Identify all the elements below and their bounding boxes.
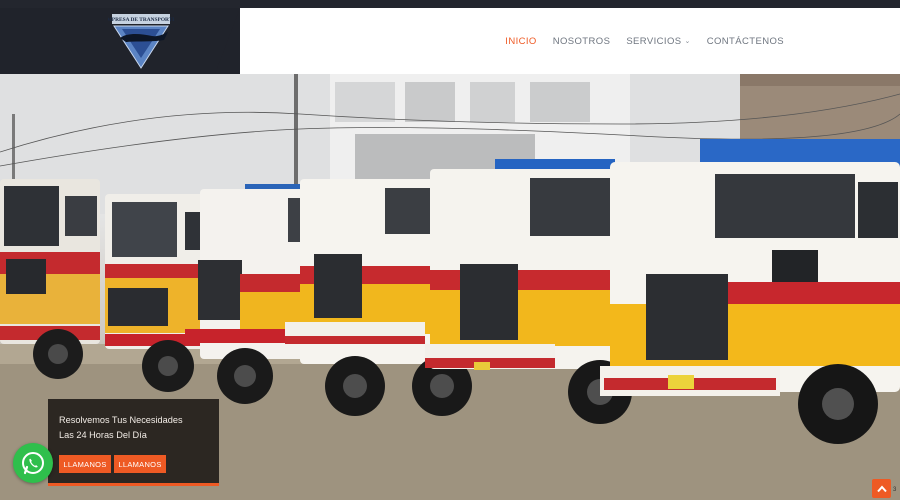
- chevron-down-icon: ⌄: [684, 38, 691, 45]
- nav-nosotros[interactable]: NOSOTROS: [553, 36, 611, 47]
- nav-servicios[interactable]: SERVICIOS ⌄: [626, 36, 690, 47]
- whatsapp-button[interactable]: [13, 443, 53, 483]
- chevron-up-icon: [876, 484, 887, 492]
- scroll-top-button[interactable]: [872, 479, 891, 498]
- hero-banner: Resolvemos Tus Necesidades Las 24 Horas …: [0, 74, 900, 500]
- nav-inicio[interactable]: INICIO: [505, 36, 536, 47]
- page: EMPRESA DE TRANSPORTES INICIO NOSOTROS S…: [0, 0, 900, 500]
- nav-servicios-label: SERVICIOS: [626, 35, 682, 47]
- top-strip: [0, 0, 900, 8]
- nav-inicio-label: INICIO: [505, 35, 537, 47]
- logo-panel: EMPRESA DE TRANSPORTES: [0, 8, 240, 74]
- main-nav: INICIO NOSOTROS SERVICIOS ⌄ CONTÁCTENOS: [505, 8, 784, 74]
- cta-accent-bar: [48, 483, 219, 486]
- page-indicator: 3: [893, 487, 897, 493]
- site-header: EMPRESA DE TRANSPORTES INICIO NOSOTROS S…: [0, 8, 900, 74]
- logo-shield-icon: EMPRESA DE TRANSPORTES: [103, 14, 179, 69]
- cta-line-2: Las 24 Horas Del Día: [59, 430, 147, 440]
- nav-contactenos[interactable]: CONTÁCTENOS: [707, 36, 784, 47]
- nav-nosotros-label: NOSOTROS: [552, 35, 611, 47]
- nav-contactenos-label: CONTÁCTENOS: [706, 35, 784, 47]
- cta-box: Resolvemos Tus Necesidades Las 24 Horas …: [48, 399, 219, 486]
- call-button-1[interactable]: LLAMANOS: [59, 455, 111, 473]
- cta-line-1: Resolvemos Tus Necesidades: [59, 415, 183, 425]
- company-logo[interactable]: EMPRESA DE TRANSPORTES: [103, 12, 179, 70]
- whatsapp-icon: [22, 452, 44, 475]
- call-button-2[interactable]: LLAMANOS: [114, 455, 166, 473]
- svg-text:EMPRESA DE TRANSPORTES: EMPRESA DE TRANSPORTES: [108, 17, 174, 23]
